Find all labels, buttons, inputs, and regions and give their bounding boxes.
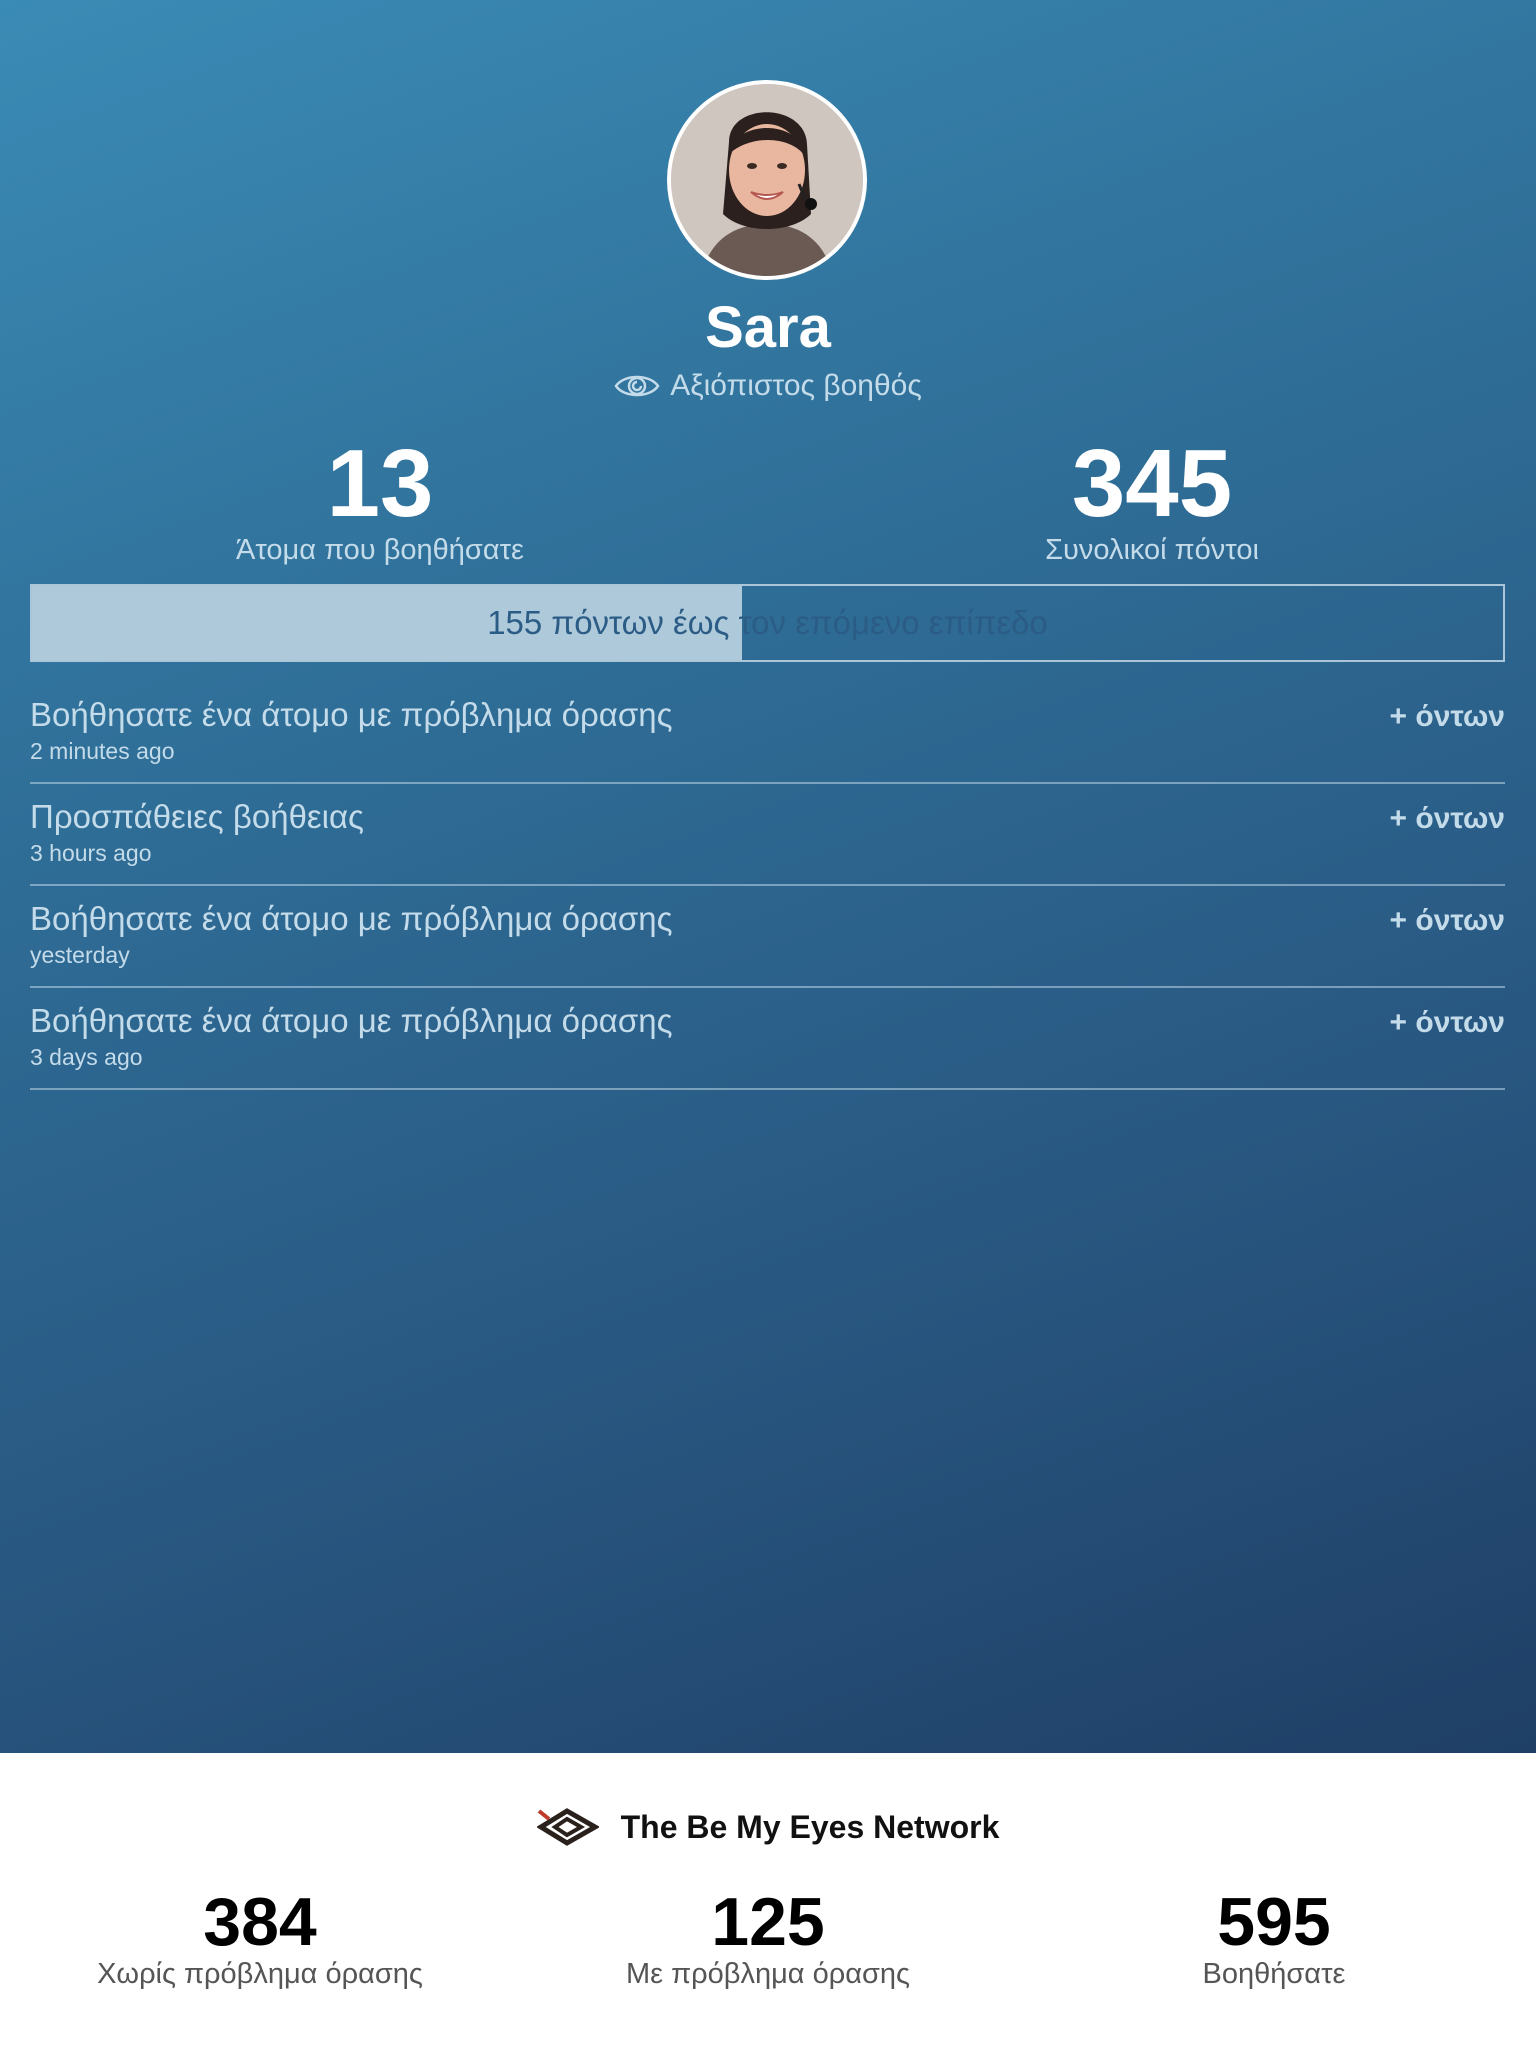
stat-helped-value: 13: [326, 430, 434, 537]
progress-text: 155 πόντων έως τον επόμενο επίπεδο: [487, 604, 1048, 641]
network-stat-value: 384: [203, 1884, 317, 1960]
activity-title: Βοήθησατε ένα άτομο με πρόβλημα όρασης: [30, 1002, 673, 1039]
stat-points: 345 Συνολικοί πόντοι: [852, 436, 1452, 567]
network-stat-helped: 595 Βοηθήσατε: [1024, 1888, 1524, 1991]
network-stat-value: 125: [711, 1884, 825, 1960]
list-item[interactable]: Βοήθησατε ένα άτομο με πρόβλημα όρασης 3…: [30, 988, 1505, 1090]
network-stat-sighted: 384 Χωρίς πρόβλημα όρασης: [10, 1888, 510, 1991]
network-header: The Be My Eyes Network: [0, 1805, 1536, 1849]
stat-points-label: Συνολικοί πόντοι: [1045, 534, 1259, 566]
network-title: The Be My Eyes Network: [620, 1808, 1000, 1845]
network-stat-value: 595: [1217, 1884, 1331, 1960]
avatar: [667, 80, 867, 280]
network-stat-label: Με πρόβλημα όρασης: [625, 1958, 910, 1990]
stat-points-value: 345: [1071, 430, 1233, 537]
activity-time: 2 minutes ago: [30, 738, 175, 764]
be-my-eyes-logo-icon: [536, 1808, 599, 1846]
level-progress-bar: 155 πόντων έως τον επόμενο επίπεδο: [30, 584, 1505, 662]
stat-helped: 13 Άτομα που βοηθήσατε: [80, 436, 680, 567]
activity-title: Βοήθησατε ένα άτομο με πρόβλημα όρασης: [30, 900, 673, 937]
activity-list[interactable]: Βοήθησατε ένα άτομο με πρόβλημα όρασης 2…: [30, 682, 1505, 1090]
activity-points: + όντων: [1389, 802, 1505, 835]
activity-time: yesterday: [30, 942, 130, 968]
activity-title: Προσπάθειες βοήθειας: [30, 798, 364, 835]
avatar-photo: [671, 84, 863, 276]
activity-points: + όντων: [1389, 700, 1505, 733]
list-item[interactable]: Βοήθησατε ένα άτομο με πρόβλημα όρασης 2…: [30, 682, 1505, 784]
eye-icon: [614, 375, 660, 397]
network-stat-label: Βοηθήσατε: [1202, 1958, 1346, 1990]
network-stat-blind: 125 Με πρόβλημα όρασης: [518, 1888, 1018, 1991]
activity-points: + όντων: [1389, 904, 1505, 937]
stat-helped-label: Άτομα που βοηθήσατε: [236, 534, 524, 566]
list-item[interactable]: Προσπάθειες βοήθειας 3 hours ago + όντων: [30, 784, 1505, 886]
role-label: Αξιόπιστος βοηθός: [670, 369, 922, 402]
activity-time: 3 days ago: [30, 1044, 143, 1070]
profile-panel: Sara Αξιόπιστος βοηθός 13 Άτομα που βοηθ…: [0, 0, 1536, 1753]
profile-role: Αξιόπιστος βοηθός: [0, 366, 1536, 406]
list-item[interactable]: Βοήθησατε ένα άτομο με πρόβλημα όρασης y…: [30, 886, 1505, 988]
activity-time: 3 hours ago: [30, 840, 152, 866]
activity-points: + όντων: [1389, 1006, 1505, 1039]
network-stat-label: Χωρίς πρόβλημα όρασης: [97, 1958, 423, 1990]
activity-title: Βοήθησατε ένα άτομο με πρόβλημα όρασης: [30, 696, 673, 733]
profile-name: Sara: [705, 295, 831, 360]
